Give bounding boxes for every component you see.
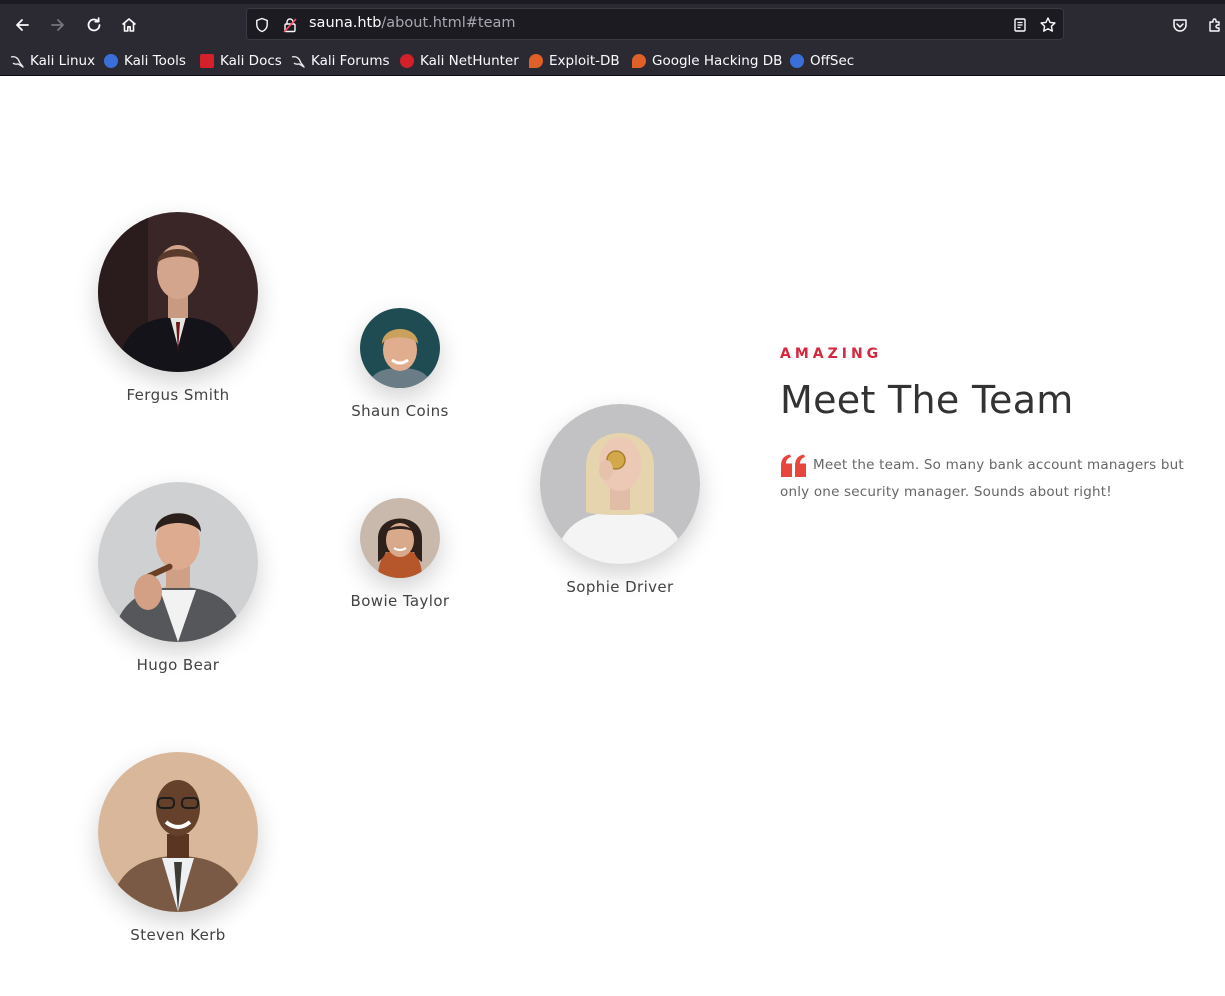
member-name: Bowie Taylor (350, 592, 450, 610)
team-member-card: Shaun Coins (330, 308, 470, 420)
bookmark-label: Kali NetHunter (420, 53, 519, 69)
bookmark-kali-nethunter[interactable]: Kali NetHunter (400, 51, 519, 71)
bookmark-exploit-db[interactable]: Exploit-DB (529, 51, 620, 71)
bookmark-kali-forums[interactable]: Kali Forums (291, 51, 390, 71)
member-name: Fergus Smith (126, 386, 230, 404)
bookmark-label: Exploit-DB (549, 53, 620, 69)
bookmark-kali-tools[interactable]: Kali Tools (104, 51, 186, 71)
quote-icon (781, 454, 806, 477)
kali-dragon-icon (10, 56, 24, 68)
avatar (98, 482, 258, 642)
url-host: sauna.htb (309, 15, 382, 31)
pocket-icon[interactable] (1168, 13, 1192, 37)
member-name: Sophie Driver (566, 578, 674, 596)
bookmark-kali-linux[interactable]: Kali Linux (10, 51, 95, 71)
team-member-card: Fergus Smith (78, 212, 278, 404)
browser-toolbar: sauna.htb/about.html#team (0, 4, 1225, 46)
quote-text: Meet the team. So many bank account mana… (780, 457, 1184, 500)
exploit-db-icon (529, 54, 543, 68)
tracking-shield-icon[interactable] (253, 16, 271, 34)
back-arrow-icon (16, 19, 29, 31)
section-heading: Meet The Team (780, 378, 1074, 422)
avatar (98, 212, 258, 372)
avatar (540, 404, 700, 564)
member-photo (540, 404, 700, 564)
back-button[interactable] (9, 13, 35, 37)
kali-tools-icon (104, 54, 118, 68)
bookmark-offsec[interactable]: OffSec (790, 51, 854, 71)
avatar (98, 752, 258, 912)
avatar (360, 498, 440, 578)
extensions-icon[interactable] (1203, 13, 1225, 37)
bookmark-label: Kali Docs (220, 53, 282, 69)
kali-forums-icon (291, 56, 305, 68)
offsec-icon (790, 54, 804, 68)
member-photo (360, 498, 440, 578)
bookmark-label: Kali Linux (30, 53, 96, 69)
forward-arrow-icon (51, 19, 64, 31)
member-name: Hugo Bear (136, 656, 220, 674)
bookmark-label: Kali Forums (311, 53, 390, 69)
team-member-card: Bowie Taylor (330, 498, 470, 610)
member-photo (360, 308, 440, 388)
team-member-card: Steven Kerb (78, 752, 278, 944)
url-path: /about.html#team (381, 15, 516, 31)
member-photo (98, 482, 258, 642)
ghdb-icon (632, 54, 646, 68)
reader-view-icon[interactable] (1011, 16, 1029, 34)
bookmark-label: OffSec (810, 53, 855, 69)
member-name: Shaun Coins (351, 402, 449, 420)
insecure-lock-icon[interactable] (281, 16, 299, 34)
bookmark-kali-docs[interactable]: Kali Docs (200, 51, 282, 71)
bookmark-label: Kali Tools (124, 53, 186, 69)
bookmark-label: Google Hacking DB (652, 53, 783, 69)
member-name: Steven Kerb (130, 926, 226, 944)
home-button[interactable] (116, 13, 142, 37)
team-member-card: Sophie Driver (520, 404, 720, 596)
reload-icon (87, 17, 101, 32)
kali-docs-icon (200, 54, 214, 68)
team-member-card: Hugo Bear (78, 482, 278, 674)
url-text[interactable]: sauna.htb/about.html#team (309, 15, 516, 31)
bookmarks-toolbar: Kali Linux Kali Tools Kali Docs Kali For… (0, 46, 1225, 76)
kali-nethunter-icon (400, 54, 414, 68)
avatar (360, 308, 440, 388)
bookmark-google-hacking-db[interactable]: Google Hacking DB (632, 51, 782, 71)
team-quote: Meet the team. So many bank account mana… (780, 452, 1200, 506)
reload-button[interactable] (81, 13, 107, 37)
forward-button[interactable] (45, 13, 71, 37)
member-photo (98, 752, 258, 912)
address-bar[interactable]: sauna.htb/about.html#team (246, 8, 1064, 40)
bookmark-star-icon[interactable] (1039, 16, 1057, 34)
section-eyebrow: AMAZING (780, 346, 883, 362)
member-photo (98, 212, 258, 372)
home-icon (121, 18, 137, 32)
